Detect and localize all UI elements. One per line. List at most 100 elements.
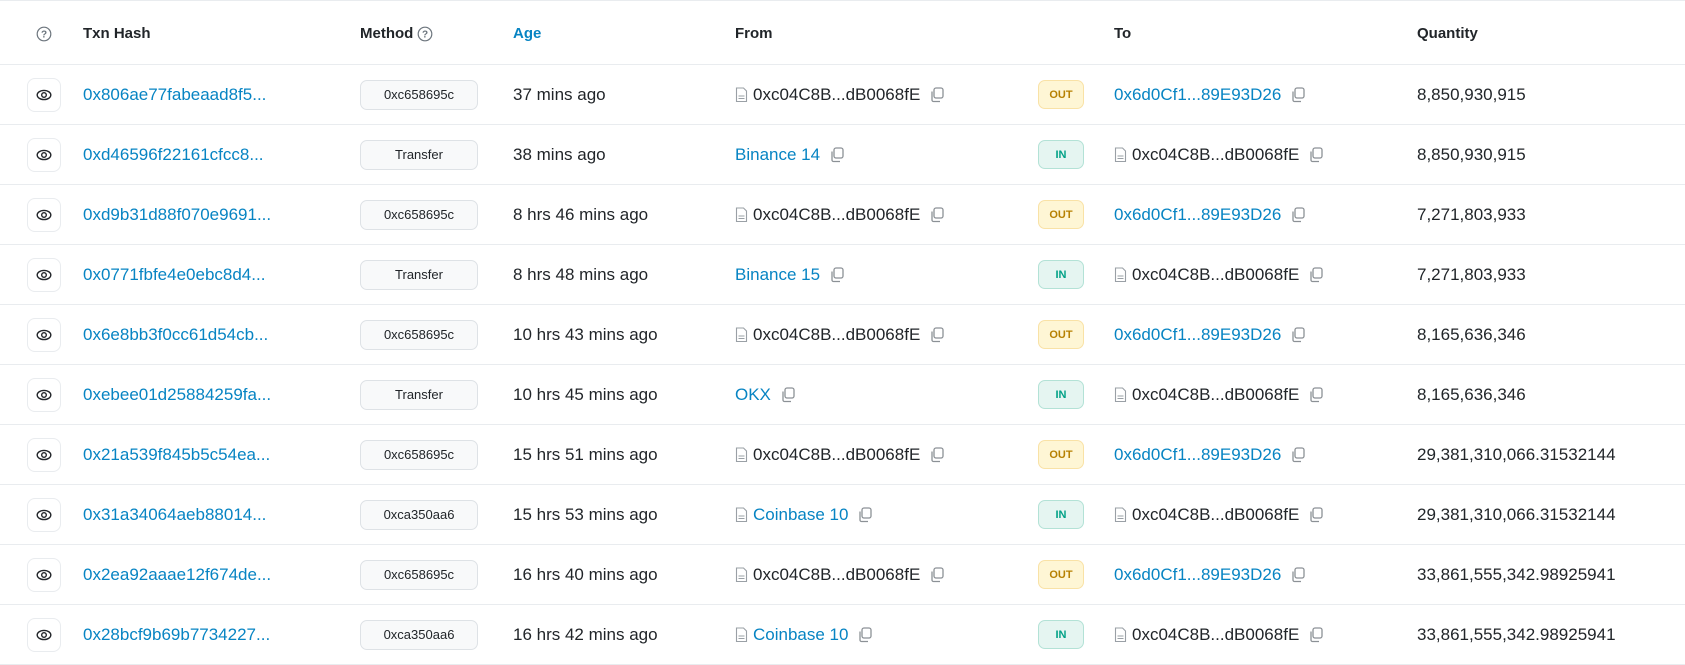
method-badge: 0xc658695c <box>360 199 478 230</box>
age-text: 8 hrs 46 mins ago <box>513 204 649 224</box>
txn-hash-link[interactable]: 0x2ea92aaae12f674de... <box>83 565 271 585</box>
from-cell: OKX <box>735 365 796 424</box>
to-address[interactable]: 0x6d0Cf1...89E93D26 <box>1114 325 1281 345</box>
header-age-sort[interactable]: Age <box>513 3 541 64</box>
to-cell: 0xc04C8B...dB0068fE <box>1114 605 1324 664</box>
to-address: 0xc04C8B...dB0068fE <box>1132 144 1300 164</box>
table-row: 0x28bcf9b69b7734227... 0xca350aa6 16 hrs 4… <box>0 605 1685 665</box>
copy-icon[interactable] <box>928 86 945 103</box>
quantity-value: 7,271,803,933 <box>1417 264 1526 284</box>
txn-hash-link[interactable]: 0x31a34064aeb88014... <box>83 505 266 525</box>
from-address[interactable]: OKX <box>735 385 771 405</box>
preview-button[interactable] <box>27 197 61 232</box>
to-address[interactable]: 0x6d0Cf1...89E93D26 <box>1114 445 1281 465</box>
copy-icon[interactable] <box>1307 266 1324 283</box>
preview-button[interactable] <box>27 377 61 412</box>
hash-cell: 0x21a539f845b5c54ea... <box>83 425 270 484</box>
txn-hash-link[interactable]: 0xd46596f22161cfcc8... <box>83 145 264 165</box>
txn-hash-link[interactable]: 0xebee01d25884259fa... <box>83 385 271 405</box>
age-text: 8 hrs 48 mins ago <box>513 264 649 284</box>
to-address[interactable]: 0x6d0Cf1...89E93D26 <box>1114 85 1281 105</box>
eye-cell <box>18 605 70 664</box>
copy-icon[interactable] <box>1307 146 1324 163</box>
contract-file-icon <box>735 626 748 642</box>
eye-icon <box>36 389 52 400</box>
txn-hash-link[interactable]: 0x0771fbfe4e0ebc8d4... <box>83 265 265 285</box>
copy-icon[interactable] <box>828 266 845 283</box>
copy-icon[interactable] <box>1307 386 1324 403</box>
eye-icon <box>36 629 52 640</box>
method-cell: Transfer <box>360 125 478 184</box>
hash-cell: 0x31a34064aeb88014... <box>83 485 266 544</box>
copy-icon[interactable] <box>779 386 796 403</box>
eye-icon <box>36 149 52 160</box>
preview-button[interactable] <box>27 137 61 172</box>
copy-icon[interactable] <box>928 446 945 463</box>
quantity-cell: 7,271,803,933 <box>1417 245 1526 304</box>
preview-button[interactable] <box>27 317 61 352</box>
from-address[interactable]: Binance 14 <box>735 145 820 165</box>
header-from: From <box>735 25 773 42</box>
age-cell: 10 hrs 43 mins ago <box>513 305 658 364</box>
contract-file-icon <box>1114 146 1127 162</box>
table-row: 0xd9b31d88f070e9691... 0xc658695c 8 hrs 46… <box>0 185 1685 245</box>
hash-cell: 0x0771fbfe4e0ebc8d4... <box>83 245 265 304</box>
hash-cell: 0x28bcf9b69b7734227... <box>83 605 270 664</box>
age-cell: 8 hrs 48 mins ago <box>513 245 648 304</box>
txn-hash-link[interactable]: 0x21a539f845b5c54ea... <box>83 445 270 465</box>
copy-icon[interactable] <box>1289 326 1306 343</box>
to-cell: 0x6d0Cf1...89E93D26 <box>1114 425 1306 484</box>
quantity-cell: 33,861,555,342.98925941 <box>1417 545 1616 604</box>
to-address[interactable]: 0x6d0Cf1...89E93D26 <box>1114 205 1281 225</box>
copy-icon[interactable] <box>1289 86 1306 103</box>
method-badge: Transfer <box>360 139 478 170</box>
contract-file-icon <box>735 566 748 582</box>
age-cell: 15 hrs 53 mins ago <box>513 485 658 544</box>
copy-icon[interactable] <box>856 506 873 523</box>
method-cell: 0xc658695c <box>360 425 478 484</box>
preview-button[interactable] <box>27 497 61 532</box>
copy-icon[interactable] <box>1307 506 1324 523</box>
table-row: 0x6e8bb3f0cc61d54cb... 0xc658695c 10 hrs 4… <box>0 305 1685 365</box>
help-circle-icon[interactable]: ? <box>36 26 52 42</box>
preview-button[interactable] <box>27 257 61 292</box>
direction-cell: IN <box>1038 125 1084 184</box>
to-address[interactable]: 0x6d0Cf1...89E93D26 <box>1114 565 1281 585</box>
preview-button[interactable] <box>27 617 61 652</box>
method-cell: Transfer <box>360 245 478 304</box>
from-address[interactable]: Coinbase 10 <box>753 625 848 645</box>
eye-cell <box>18 485 70 544</box>
age-cell: 38 mins ago <box>513 125 606 184</box>
quantity-cell: 8,850,930,915 <box>1417 65 1526 124</box>
copy-icon[interactable] <box>928 206 945 223</box>
preview-button[interactable] <box>27 437 61 472</box>
to-cell: 0x6d0Cf1...89E93D26 <box>1114 545 1306 604</box>
copy-icon[interactable] <box>1289 566 1306 583</box>
copy-icon[interactable] <box>856 626 873 643</box>
copy-icon[interactable] <box>928 326 945 343</box>
method-badge: Transfer <box>360 259 478 290</box>
direction-cell: OUT <box>1038 545 1084 604</box>
contract-file-icon <box>1114 506 1127 522</box>
copy-icon[interactable] <box>1289 446 1306 463</box>
eye-cell <box>18 305 70 364</box>
copy-icon[interactable] <box>1307 626 1324 643</box>
copy-icon[interactable] <box>928 566 945 583</box>
txn-hash-link[interactable]: 0x6e8bb3f0cc61d54cb... <box>83 325 268 345</box>
txn-hash-link[interactable]: 0x28bcf9b69b7734227... <box>83 625 270 645</box>
direction-badge: OUT <box>1038 200 1084 229</box>
direction-cell: IN <box>1038 365 1084 424</box>
age-text: 38 mins ago <box>513 144 606 164</box>
txn-hash-link[interactable]: 0x806ae77fabeaad8f5... <box>83 85 266 105</box>
preview-button[interactable] <box>27 77 61 112</box>
header-quantity: Quantity <box>1417 25 1478 42</box>
from-address[interactable]: Binance 15 <box>735 265 820 285</box>
from-cell: 0xc04C8B...dB0068fE <box>735 65 945 124</box>
direction-cell: OUT <box>1038 65 1084 124</box>
copy-icon[interactable] <box>828 146 845 163</box>
help-circle-icon[interactable]: ? <box>417 26 433 42</box>
preview-button[interactable] <box>27 557 61 592</box>
txn-hash-link[interactable]: 0xd9b31d88f070e9691... <box>83 205 271 225</box>
from-address[interactable]: Coinbase 10 <box>753 505 848 525</box>
copy-icon[interactable] <box>1289 206 1306 223</box>
